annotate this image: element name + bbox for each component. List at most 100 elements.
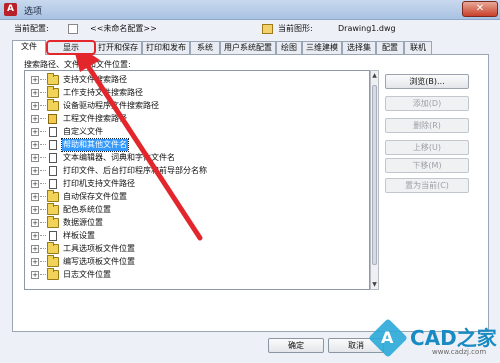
tree-item-label: 配色系统位置 bbox=[63, 205, 111, 214]
tree-item-label: 工作支持文件搜索路径 bbox=[63, 88, 143, 97]
folder-icon bbox=[47, 73, 59, 85]
tree-item[interactable]: + 打印文件、后台打印程序和前导部分名称 bbox=[25, 165, 355, 177]
tree-item-label: 工程文件搜索路径 bbox=[63, 114, 127, 123]
document-yellow-icon bbox=[48, 114, 57, 124]
ok-button[interactable]: 确定 bbox=[268, 338, 324, 353]
watermark-logo-letter: A bbox=[381, 328, 394, 347]
tree-item-label: 帮助和其他文件名 bbox=[61, 138, 129, 152]
tree-item-label: 自定义文件 bbox=[63, 127, 103, 136]
expand-icon[interactable]: + bbox=[31, 180, 39, 188]
watermark-url: www.cadzj.com bbox=[432, 348, 487, 356]
tree-item-label: 工具选项板文件位置 bbox=[63, 244, 135, 253]
scroll-up-icon[interactable]: ▲ bbox=[371, 71, 378, 80]
folder-icon bbox=[47, 216, 59, 228]
expand-icon[interactable]: + bbox=[31, 115, 39, 123]
tree-item-label: 文本编辑器、词典和字体文件名 bbox=[63, 153, 175, 162]
browse-button[interactable]: 浏览(B)... bbox=[385, 74, 469, 89]
tree-item[interactable]: + 编写选项板文件位置 bbox=[25, 255, 355, 268]
tree-item[interactable]: + 样板设置 bbox=[25, 230, 355, 242]
tab-display[interactable]: 显示 bbox=[46, 40, 96, 55]
move-up-button[interactable]: 上移(U) bbox=[385, 140, 469, 155]
tab-files[interactable]: 文件 bbox=[12, 40, 46, 55]
tree-scrollbar[interactable]: ▲ ▼ bbox=[370, 70, 379, 290]
watermark-text: CAD之家 bbox=[410, 326, 497, 350]
tree-item[interactable]: + 工作支持文件搜索路径 bbox=[25, 86, 355, 99]
tree-item[interactable]: + 配色系统位置 bbox=[25, 203, 355, 216]
watermark: A CAD之家 www.cadzj.com bbox=[368, 318, 500, 363]
tab-user-preferences[interactable]: 用户系统配置 bbox=[220, 41, 276, 54]
expand-icon[interactable]: + bbox=[31, 206, 39, 214]
tab-open-save[interactable]: 打开和保存 bbox=[94, 41, 142, 54]
options-tabs: 文件 显示 打开和保存 打印和发布 系统 用户系统配置 绘图 三维建模 选择集 … bbox=[10, 40, 490, 55]
tab-plot-publish[interactable]: 打印和发布 bbox=[142, 41, 190, 54]
expand-icon[interactable]: + bbox=[31, 232, 39, 240]
tree-item[interactable]: + 工具选项板文件位置 bbox=[25, 242, 355, 255]
tree-item-label: 数据源位置 bbox=[63, 218, 103, 227]
scroll-thumb[interactable] bbox=[372, 85, 377, 265]
tab-online[interactable]: 联机 bbox=[404, 41, 432, 54]
app-icon: A bbox=[4, 3, 17, 16]
tree-item-label: 设备驱动程序文件搜索路径 bbox=[63, 101, 159, 110]
expand-icon[interactable]: + bbox=[31, 154, 39, 162]
current-profile-label: 当前配置: bbox=[14, 24, 49, 33]
document-icon bbox=[49, 166, 57, 176]
folder-icon bbox=[47, 242, 59, 254]
tree-item[interactable]: + 数据源位置 bbox=[25, 216, 355, 229]
drawing-icon bbox=[262, 24, 273, 34]
tab-3d-modeling[interactable]: 三维建模 bbox=[302, 41, 342, 54]
folder-icon bbox=[47, 255, 59, 267]
expand-icon[interactable]: + bbox=[31, 219, 39, 227]
tree-item[interactable]: + 自动保存文件位置 bbox=[25, 190, 355, 203]
tree-item-label: 自动保存文件位置 bbox=[63, 192, 127, 201]
folder-icon bbox=[47, 190, 59, 202]
scroll-down-icon[interactable]: ▼ bbox=[371, 280, 378, 289]
document-icon bbox=[49, 231, 57, 241]
tree-item-label: 打印文件、后台打印程序和前导部分名称 bbox=[63, 166, 207, 175]
search-paths-label: 搜索路径、文件名和文件位置: bbox=[24, 60, 131, 69]
expand-icon[interactable]: + bbox=[31, 193, 39, 201]
expand-icon[interactable]: + bbox=[31, 89, 39, 97]
folder-icon bbox=[47, 203, 59, 215]
document-icon bbox=[49, 179, 57, 189]
folder-icon bbox=[47, 268, 59, 280]
tree-item[interactable]: + 日志文件位置 bbox=[25, 268, 355, 281]
tree-item[interactable]: + 文本编辑器、词典和字体文件名 bbox=[25, 152, 355, 164]
tree-item[interactable]: + 自定义文件 bbox=[25, 126, 355, 138]
tree-item[interactable]: + 支持文件搜索路径 bbox=[25, 73, 355, 86]
window-title: 选项 bbox=[24, 7, 43, 17]
tree-item-label: 打印机支持文件路径 bbox=[63, 179, 135, 188]
expand-icon[interactable]: + bbox=[31, 102, 39, 110]
tab-drafting[interactable]: 绘图 bbox=[276, 41, 302, 54]
current-profile-value: <<未命名配置>> bbox=[90, 24, 157, 33]
folder-icon bbox=[47, 99, 59, 111]
tree-item[interactable]: + 工程文件搜索路径 bbox=[25, 113, 355, 125]
tree-item[interactable]: + 设备驱动程序文件搜索路径 bbox=[25, 99, 355, 112]
current-drawing-label: 当前图形: bbox=[278, 24, 313, 33]
search-paths-tree: + 支持文件搜索路径 + 工作支持文件搜索路径 + 设备驱动程序文件搜索路径 + 工程文… bbox=[24, 70, 370, 290]
tab-profiles[interactable]: 配置 bbox=[376, 41, 404, 54]
profile-icon bbox=[68, 24, 78, 34]
tree-item-label: 编写选项板文件位置 bbox=[63, 257, 135, 266]
tree-item-label: 支持文件搜索路径 bbox=[63, 75, 127, 84]
document-icon bbox=[49, 153, 57, 163]
tree-item-selected[interactable]: + 帮助和其他文件名 bbox=[25, 138, 355, 152]
expand-icon[interactable]: + bbox=[31, 76, 39, 84]
expand-icon[interactable]: + bbox=[31, 258, 39, 266]
folder-icon bbox=[47, 86, 59, 98]
tab-system[interactable]: 系统 bbox=[190, 41, 220, 54]
move-down-button[interactable]: 下移(M) bbox=[385, 158, 469, 173]
tab-selection[interactable]: 选择集 bbox=[342, 41, 376, 54]
add-button[interactable]: 添加(D) bbox=[385, 96, 469, 111]
tree-item-label: 日志文件位置 bbox=[63, 270, 111, 279]
expand-icon[interactable]: + bbox=[31, 128, 39, 136]
expand-icon[interactable]: + bbox=[31, 271, 39, 279]
tree-item[interactable]: + 打印机支持文件路径 bbox=[25, 178, 355, 190]
tree-item-label: 样板设置 bbox=[63, 231, 95, 240]
expand-icon[interactable]: + bbox=[31, 167, 39, 175]
set-current-button[interactable]: 置为当前(C) bbox=[385, 178, 469, 193]
expand-icon[interactable]: + bbox=[31, 245, 39, 253]
close-button[interactable]: ✕ bbox=[462, 1, 498, 17]
remove-button[interactable]: 删除(R) bbox=[385, 118, 469, 133]
current-drawing-value: Drawing1.dwg bbox=[338, 24, 396, 33]
expand-icon[interactable]: + bbox=[31, 141, 39, 149]
